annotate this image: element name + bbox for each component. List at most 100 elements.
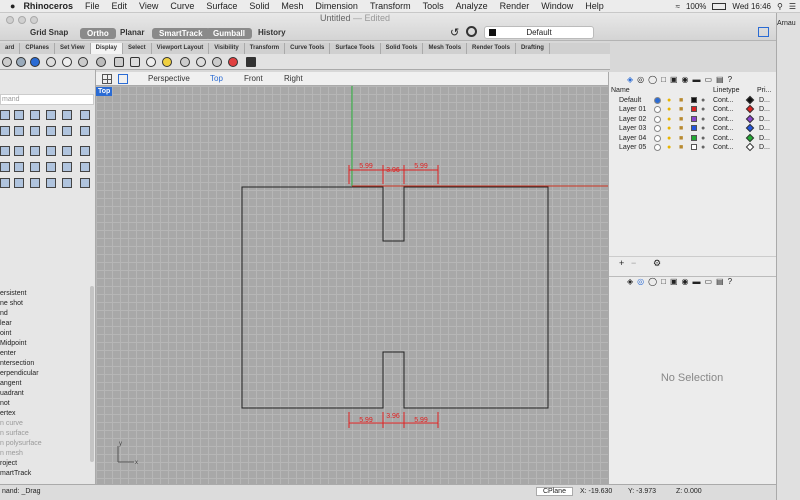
layer-linetype[interactable]: Cont... — [713, 124, 734, 133]
tab-surface-tools[interactable]: Surface Tools — [330, 43, 381, 54]
layer-name[interactable]: Layer 05 — [619, 143, 646, 152]
tab-viewport-layout[interactable]: Viewport Layout — [152, 43, 210, 54]
tab-solid-tools[interactable]: Solid Tools — [381, 43, 424, 54]
layer-linetype[interactable]: Cont... — [713, 143, 734, 152]
display-icon-2[interactable]: ◯ — [648, 277, 657, 288]
dimension-tool-icon[interactable] — [80, 178, 90, 188]
curve-tool-icon[interactable] — [30, 110, 40, 120]
mirror-tool-icon[interactable] — [62, 162, 72, 172]
panel-toggle-icon[interactable] — [758, 27, 769, 37]
tab-front[interactable]: Front — [244, 74, 263, 83]
planar-toggle[interactable]: Planar — [120, 28, 144, 37]
tab-curve-tools[interactable]: Curve Tools — [285, 43, 331, 54]
rectangle-tool-icon[interactable] — [46, 110, 56, 120]
tab-perspective[interactable]: Perspective — [148, 74, 190, 83]
boolean-tool-icon[interactable] — [62, 146, 72, 156]
osnap-item[interactable]: n polysurface — [0, 439, 92, 449]
header-name[interactable]: Name — [611, 86, 630, 95]
remove-layer-button[interactable]: − — [631, 258, 636, 268]
header-print[interactable]: Pri... — [757, 86, 771, 95]
current-layer-selector[interactable]: Default — [484, 26, 594, 39]
layer-row[interactable]: Layer 03 ● ■ ● Cont... D... — [609, 123, 777, 133]
menu-help[interactable]: Help — [585, 1, 604, 11]
display-icon[interactable]: ◯ — [648, 75, 657, 84]
lightbulb-icon[interactable]: ● — [667, 96, 671, 105]
layer-color-swatch[interactable] — [691, 115, 697, 122]
print-color-swatch[interactable] — [745, 114, 755, 124]
material-icon[interactable]: ● — [701, 124, 705, 133]
layer-print-width[interactable]: D... — [759, 115, 770, 124]
lightbulb-icon[interactable]: ● — [667, 124, 671, 133]
current-layer-radio[interactable] — [654, 134, 661, 142]
layer-row[interactable]: Layer 04 ● ■ ● Cont... D... — [609, 133, 777, 143]
layer-color-swatch[interactable] — [691, 134, 697, 141]
layer-row[interactable]: Layer 05 ● ■ ● Cont... D... — [609, 142, 777, 152]
osnap-icon[interactable] — [466, 26, 477, 37]
lightbulb-icon[interactable]: ● — [667, 115, 671, 124]
current-layer-radio[interactable] — [654, 144, 661, 151]
layer-options-gear-icon[interactable]: ⚙ — [653, 258, 661, 269]
tab-cplanes[interactable]: CPlanes — [20, 43, 56, 54]
clock[interactable]: Wed 16:46 — [732, 2, 771, 11]
layer-row[interactable]: Layer 01 ● ■ ● Cont... D... — [609, 105, 777, 114]
dim-bottom-right[interactable]: 5.99 — [414, 417, 428, 424]
osnap-item[interactable]: ertex — [0, 409, 92, 419]
copy-tool-icon[interactable] — [14, 162, 24, 172]
layer-row[interactable]: Layer 02 ● ■ ● Cont... D... — [609, 114, 777, 124]
technical-icon[interactable] — [78, 57, 88, 67]
osnap-item[interactable]: uadrant — [0, 389, 92, 399]
fillet-tool-icon[interactable] — [30, 126, 40, 136]
rotate-tool-icon[interactable] — [30, 162, 40, 172]
menu-transform[interactable]: Transform — [370, 1, 411, 11]
layer-print-width[interactable]: D... — [759, 96, 770, 105]
lock-icon[interactable]: ■ — [679, 115, 683, 124]
rendered-icon[interactable] — [30, 57, 40, 67]
camera-icon[interactable]: ▣ — [670, 75, 678, 84]
battery-icon[interactable] — [712, 3, 727, 10]
lightbulb-icon[interactable]: ● — [667, 143, 671, 152]
dim-top-left[interactable]: 5.99 — [359, 163, 373, 170]
circle-tool-icon[interactable] — [62, 110, 72, 120]
layer-print-width[interactable]: D... — [759, 124, 770, 133]
layer-print-width[interactable]: D... — [759, 105, 770, 114]
tab-display[interactable]: Display — [90, 43, 123, 54]
viewport-title[interactable]: Top — [96, 87, 113, 96]
layer-print-width[interactable]: D... — [759, 143, 770, 152]
monitor-icon[interactable]: ▤ — [716, 75, 724, 84]
material-icon[interactable]: ● — [701, 115, 705, 124]
pen-icon[interactable] — [114, 57, 124, 67]
hide-icon[interactable] — [228, 57, 238, 67]
split-tool-icon[interactable] — [14, 178, 24, 188]
undo-icon[interactable]: ↺ — [450, 26, 459, 39]
lock-icon[interactable]: ■ — [679, 134, 683, 143]
artistic-icon[interactable] — [96, 57, 106, 67]
properties-icon-2[interactable]: ◎ — [637, 277, 644, 288]
osnap-item[interactable]: not — [0, 399, 92, 409]
cplane-selector[interactable]: CPlane — [536, 487, 573, 496]
menu-view[interactable]: View — [139, 1, 158, 11]
command-input[interactable]: mand — [0, 94, 94, 105]
mesh-tool-icon[interactable] — [80, 146, 90, 156]
lightbulb-icon[interactable]: ● — [667, 134, 671, 143]
lightbulb-icon[interactable]: ● — [667, 105, 671, 114]
surface-tool-icon[interactable] — [46, 126, 56, 136]
apple-icon[interactable]: ● — [10, 1, 15, 11]
menu-dimension[interactable]: Dimension — [315, 1, 358, 11]
sweep-tool-icon[interactable] — [46, 146, 56, 156]
current-layer-radio[interactable] — [654, 125, 661, 133]
xray-icon[interactable] — [62, 57, 72, 67]
layer-linetype[interactable]: Cont... — [713, 96, 734, 105]
osnap-item[interactable]: erpendicular — [0, 369, 92, 379]
layer-name[interactable]: Default — [619, 96, 641, 105]
history-toggle[interactable]: History — [258, 28, 286, 37]
layer-row[interactable]: Default ● ■ ● Cont... D... — [609, 95, 777, 105]
document-icon[interactable]: □ — [661, 75, 666, 84]
osnap-item[interactable]: martTrack — [0, 469, 92, 479]
viewport-layout-icon[interactable] — [102, 74, 112, 84]
osnap-item[interactable]: enter — [0, 349, 92, 359]
move-tool-icon[interactable] — [0, 162, 10, 172]
camera-icon-2[interactable]: ▣ — [670, 277, 678, 288]
check-tool-icon[interactable] — [62, 178, 72, 188]
layer-name[interactable]: Layer 03 — [619, 124, 646, 133]
close-window-icon[interactable] — [6, 16, 14, 24]
